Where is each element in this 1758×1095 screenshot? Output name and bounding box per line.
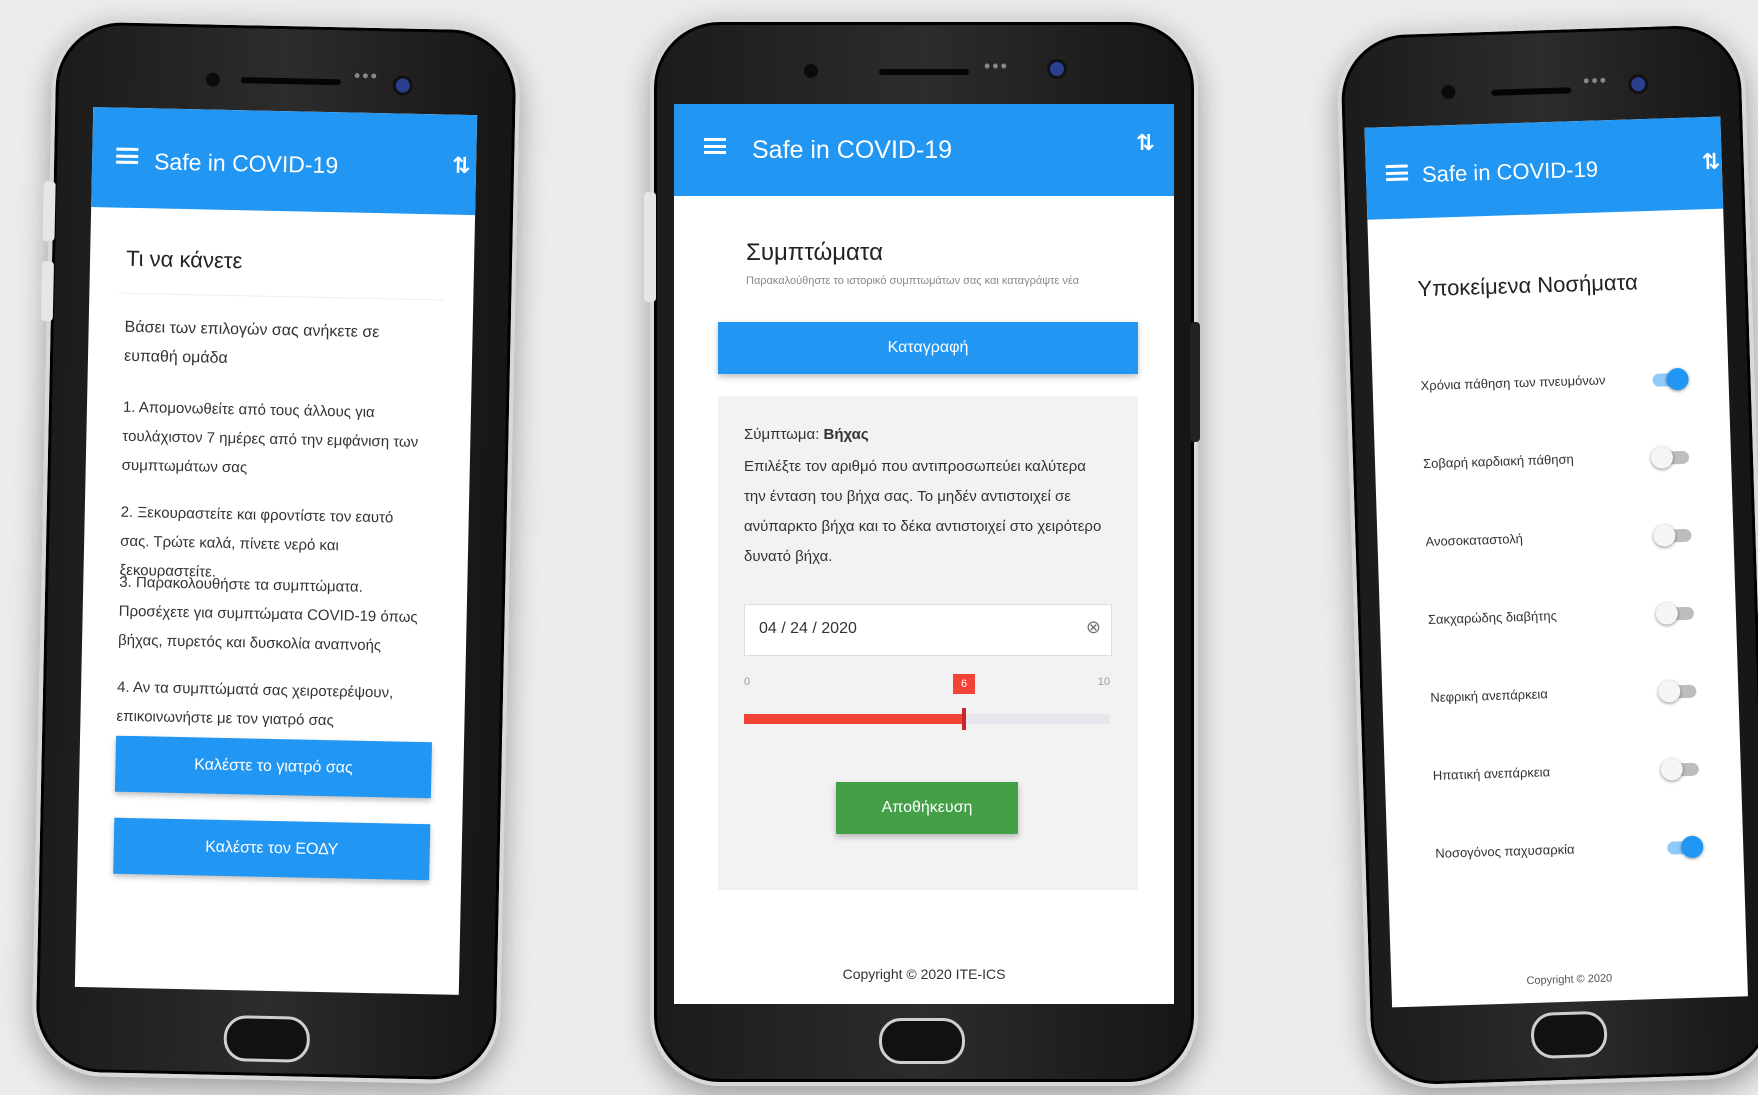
slider[interactable]: 0 10 6: [744, 674, 1110, 736]
phone-left: ••• Safe in COVID-19 ⇅ Τι να κάνετε Βάσε…: [30, 17, 522, 1085]
volume-up-button: [42, 181, 56, 242]
slider-fill: [744, 714, 964, 724]
condition-label: Σακχαρώδης διαβήτης: [1427, 608, 1558, 628]
symptom-label: Σύμπτωμα: Βήχας: [744, 426, 869, 443]
sensor-dots: •••: [1582, 70, 1609, 91]
divider: [119, 292, 444, 301]
sort-icon[interactable]: ⇅: [452, 153, 471, 179]
proximity-sensor-icon: [1631, 76, 1646, 92]
page-subtitle: Παρακαλούθηστε το ιστορικό συμπτωμάτων σ…: [746, 275, 1080, 287]
menu-icon[interactable]: [1385, 164, 1409, 182]
condition-row: Σοβαρή καρδιακή πάθηση: [1423, 443, 1704, 482]
app-title: Safe in COVID-19: [1421, 156, 1599, 188]
condition-row: Ανοσοκαταστολή: [1425, 521, 1706, 560]
condition-label: Ανοσοκαταστολή: [1425, 531, 1524, 550]
step-3: 3. Παρακολουθήστε τα συμπτώματα. Προσέχε…: [117, 573, 418, 655]
symptom-description: Επιλέξτε τον αριθμό που αντιπροσωπεύει κ…: [744, 458, 1102, 565]
earpiece-speaker: [879, 69, 969, 75]
call-doctor-button[interactable]: Καλέστε το γιατρό σας: [114, 735, 433, 799]
earpiece-speaker: [240, 77, 341, 86]
front-camera-icon: [1441, 84, 1456, 100]
sort-icon[interactable]: ⇅: [1701, 149, 1720, 176]
menu-icon[interactable]: [116, 147, 139, 165]
front-camera-icon: [205, 72, 221, 87]
condition-toggle[interactable]: [1648, 367, 1689, 391]
page-title: Συμπτώματα: [746, 239, 883, 266]
date-value: 04 / 24 / 2020: [759, 620, 857, 637]
front-camera-icon: [804, 64, 818, 78]
slider-max-label: 10: [1097, 676, 1110, 688]
earpiece-speaker: [1491, 87, 1572, 96]
home-button[interactable]: [879, 1018, 965, 1064]
condition-row: Νοσογόνος παχυσαρκία: [1435, 833, 1716, 872]
slider-thumb[interactable]: [962, 708, 966, 730]
condition-row: Σακχαρώδης διαβήτης: [1428, 599, 1709, 638]
date-field[interactable]: 04 / 24 / 2020 ⊗: [744, 604, 1112, 656]
app-bar: Safe in COVID-19 ⇅: [674, 104, 1174, 196]
condition-toggle[interactable]: [1660, 758, 1701, 781]
call-eody-button[interactable]: Καλέστε τον ΕΟΔΥ: [113, 817, 431, 881]
footer-copyright: Copyright © 2020 ITE-ICS: [842, 966, 1006, 982]
record-button[interactable]: Καταγραφή: [718, 322, 1138, 374]
intro-text: Βάσει των επιλογών σας ανήκετε σε ευπαθή…: [123, 318, 380, 367]
condition-label: Νοσογόνος παχυσαρκία: [1435, 841, 1575, 861]
condition-toggle[interactable]: [1653, 524, 1694, 547]
save-button[interactable]: Αποθήκευση: [836, 782, 1018, 834]
sensor-dots: •••: [984, 56, 1009, 76]
condition-label: Χρόνια πάθηση των πνευμόνων: [1420, 372, 1606, 394]
condition-label: Ηπατική ανεπάρκεια: [1432, 764, 1551, 783]
clear-icon[interactable]: ⊗: [1086, 617, 1101, 638]
condition-row: Χρόνια πάθηση των πνευμόνων: [1420, 365, 1701, 404]
condition-toggle[interactable]: [1650, 446, 1692, 469]
app-bar: Safe in COVID-19 ⇅: [1364, 116, 1724, 220]
home-button[interactable]: [1530, 1010, 1608, 1060]
page-title: Τι να κάνετε: [125, 245, 243, 274]
screen-center: Safe in COVID-19 ⇅ Συμπτώματα Παρακαλούθ…: [674, 104, 1174, 1004]
phone-right: ••• Safe in COVID-19 ⇅ Υποκείμενα Νοσήμα…: [1335, 19, 1758, 1091]
home-button[interactable]: [223, 1015, 311, 1063]
screen-right: Safe in COVID-19 ⇅ Υποκείμενα Νοσήματα Χ…: [1364, 116, 1748, 1008]
phone-center: ••• Safe in COVID-19 ⇅ Συμπτώματα Παρακα…: [644, 18, 1200, 1086]
symptom-card: Σύμπτωμα: Βήχας Επιλέξτε τον αριθμό που …: [718, 396, 1138, 890]
slider-value-badge: 6: [953, 674, 975, 694]
condition-label: Σοβαρή καρδιακή πάθηση: [1422, 451, 1574, 472]
step-1: 1. Απομονωθείτε από τους άλλους για τουλ…: [121, 398, 419, 477]
app-title: Safe in COVID-19: [752, 136, 953, 164]
app-title: Safe in COVID-19: [153, 148, 339, 179]
step-4: 4. Αν τα συμπτώματά σας χειροτερέψουν, ε…: [116, 678, 394, 730]
condition-toggle[interactable]: [1655, 602, 1697, 625]
condition-toggle[interactable]: [1663, 835, 1704, 859]
sort-icon[interactable]: ⇅: [1136, 130, 1154, 156]
condition-label: Νεφρική ανεπάρκεια: [1430, 686, 1549, 706]
footer-copyright: Copyright © 2020: [1526, 972, 1613, 988]
page-title: Υποκείμενα Νοσήματα: [1417, 269, 1639, 302]
slider-min-label: 0: [744, 676, 751, 688]
condition-row: Ηπατική ανεπάρκεια: [1433, 755, 1714, 794]
screen-left: Safe in COVID-19 ⇅ Τι να κάνετε Βάσει τω…: [74, 107, 478, 995]
proximity-sensor-icon: [395, 78, 410, 93]
condition-toggle[interactable]: [1658, 680, 1699, 703]
condition-row: Νεφρική ανεπάρκεια: [1430, 677, 1711, 716]
volume-button: [644, 192, 656, 302]
app-bar: Safe in COVID-19 ⇅: [91, 107, 478, 216]
power-button: [1190, 322, 1200, 442]
symptom-prefix: Σύμπτωμα:: [744, 426, 824, 443]
proximity-sensor-icon: [1050, 62, 1064, 76]
symptom-name: Βήχας: [823, 426, 869, 443]
volume-down-button: [40, 261, 55, 322]
menu-icon[interactable]: [704, 138, 726, 154]
sensor-dots: •••: [353, 65, 380, 87]
